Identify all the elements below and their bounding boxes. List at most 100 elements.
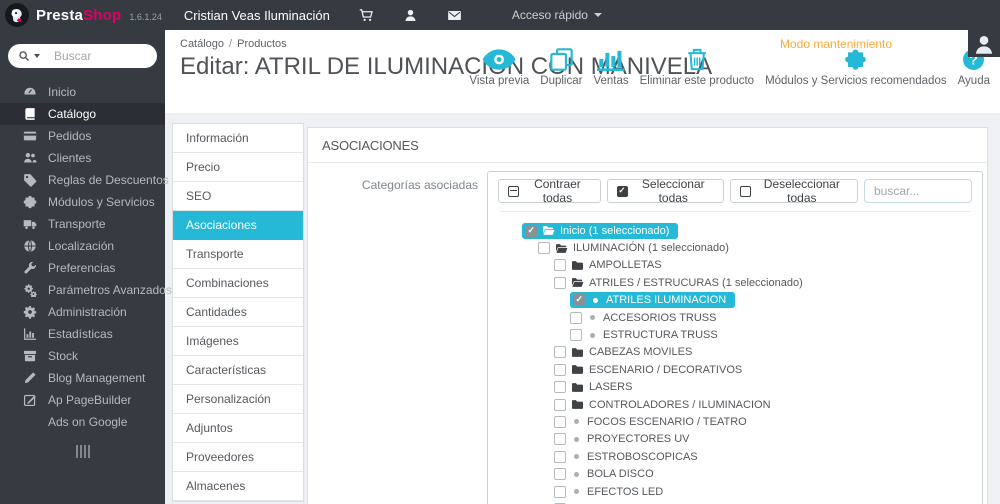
category-checkbox[interactable] [570, 329, 582, 342]
sidebar-item-reglas-de-descuentos[interactable]: Reglas de Descuentos [0, 169, 169, 191]
category-checkbox[interactable] [554, 381, 566, 394]
sidebar-item-stock[interactable]: Stock [0, 345, 165, 367]
breadcrumb-catalogo[interactable]: Catálogo [180, 38, 224, 50]
search-scope-caret-icon[interactable] [34, 54, 40, 58]
category-checkbox[interactable] [573, 294, 585, 307]
category-checkbox[interactable] [525, 224, 537, 237]
quick-access-menu[interactable]: Acceso rápido [512, 8, 602, 22]
tab-imagenes[interactable]: Imágenes [173, 327, 303, 356]
category-label[interactable]: AMPOLLETAS [589, 259, 662, 271]
category-checkbox[interactable] [554, 415, 566, 428]
tab-personalizacion[interactable]: Personalización [173, 385, 303, 414]
category-bola-disco[interactable]: BOLA DISCO [554, 465, 982, 482]
category-clamps-soportes[interactable]: CLAMPS / SOPORTES [554, 500, 982, 504]
tab-adjuntos[interactable]: Adjuntos [173, 414, 303, 443]
category-label[interactable]: ESTRUCTURA TRUSS [603, 329, 718, 341]
category-checkbox[interactable] [554, 468, 566, 481]
category-efectos-led[interactable]: EFECTOS LED [554, 483, 982, 500]
sidebar-collapse-handle[interactable] [75, 445, 90, 458]
category-cabezas-moviles[interactable]: CABEZAS MOVILES [554, 344, 982, 361]
sidebar-item-parametros-avanzados[interactable]: Parámetros Avanzados [0, 279, 172, 301]
action-modulos-y-servicios-recomendados[interactable]: Módulos y Servicios recomendados [765, 46, 947, 87]
category-lasers[interactable]: LASERS [554, 379, 982, 396]
sidebar-search-input[interactable] [52, 48, 146, 64]
category-label[interactable]: CABEZAS MOVILES [589, 346, 692, 358]
shop-name-link[interactable]: Cristian Veas Iluminación [184, 8, 330, 23]
category-label[interactable]: ATRILES / ESTRUCURAS (1 seleccionado) [589, 277, 803, 289]
category-label[interactable]: CONTROLADORES / ILUMINACION [589, 399, 771, 411]
category-inicio-1-seleccionado[interactable]: Inicio (1 seleccionado) [522, 222, 982, 239]
sidebar-item-estadisticas[interactable]: Estadísticas [0, 323, 165, 345]
category-checkbox[interactable] [554, 346, 566, 359]
prestashop-logo[interactable]: PrestaShop 1.6.1.24 [0, 3, 162, 27]
breadcrumb-productos[interactable]: Productos [237, 38, 287, 50]
tab-combinaciones[interactable]: Combinaciones [173, 269, 303, 298]
action-duplicar[interactable]: Duplicar [540, 46, 582, 87]
tab-almacenes[interactable]: Almacenes [173, 472, 303, 501]
tab-precio[interactable]: Precio [173, 153, 303, 182]
category-label[interactable]: EFECTOS LED [587, 486, 663, 498]
tab-caracteristicas[interactable]: Características [173, 356, 303, 385]
category-focos-escenario-teatro[interactable]: FOCOS ESCENARIO / TEATRO [554, 413, 982, 430]
category-label[interactable]: ACCESORIOS TRUSS [603, 312, 717, 324]
sidebar-item-clientes[interactable]: Clientes [0, 147, 165, 169]
category-label[interactable]: ILUMINACIÓN (1 seleccionado) [573, 242, 729, 254]
category-estructura-truss[interactable]: ESTRUCTURA TRUSS [570, 326, 982, 343]
sidebar-item-transporte[interactable]: Transporte [0, 213, 165, 235]
category-label[interactable]: ATRILES ILUMINACION [606, 294, 726, 306]
category-checkbox[interactable] [554, 259, 566, 272]
category-search-input[interactable] [864, 179, 972, 203]
sidebar-item-inicio[interactable]: Inicio [0, 81, 165, 103]
category-accesorios-truss[interactable]: ACCESORIOS TRUSS [570, 309, 982, 326]
tab-asociaciones[interactable]: Asociaciones [173, 211, 303, 240]
sidebar-item-preferencias[interactable]: Preferencias [0, 257, 165, 279]
category-label[interactable]: FOCOS ESCENARIO / TEATRO [587, 416, 747, 428]
category-label[interactable]: BOLA DISCO [587, 468, 654, 480]
category-checkbox[interactable] [554, 450, 566, 463]
user-icon[interactable] [403, 8, 418, 23]
category-atriles-iluminacion[interactable]: ATRILES ILUMINACION [570, 292, 982, 309]
category-controladores-iluminacion[interactable]: CONTROLADORES / ILUMINACION [554, 396, 982, 413]
sidebar-item-localizacion[interactable]: Localización [0, 235, 165, 257]
category-escenario-decorativos[interactable]: ESCENARIO / DECORATIVOS [554, 361, 982, 378]
tab-proveedores[interactable]: Proveedores [173, 443, 303, 472]
category-atriles-estrucuras-1-seleccionado[interactable]: ATRILES / ESTRUCURAS (1 seleccionado) [554, 274, 982, 291]
tab-seo[interactable]: SEO [173, 182, 303, 211]
category-checkbox[interactable] [554, 485, 566, 498]
sidebar-item-ap-pagebuilder[interactable]: Ap PageBuilder [0, 389, 165, 411]
category-checkbox[interactable] [554, 433, 566, 446]
category-label[interactable]: Inicio (1 seleccionado) [560, 225, 669, 237]
category-estroboscopicas[interactable]: ESTROBOSCOPICAS [554, 448, 982, 465]
tab-transporte[interactable]: Transporte [173, 240, 303, 269]
sidebar-search[interactable] [8, 44, 157, 68]
category-label[interactable]: ESCENARIO / DECORATIVOS [589, 364, 742, 376]
category-label[interactable]: LASERS [589, 381, 632, 393]
cart-icon[interactable] [359, 8, 374, 23]
category-checkbox[interactable] [570, 311, 582, 324]
mail-icon[interactable] [447, 8, 462, 23]
sidebar-item-administracion[interactable]: Administración [0, 301, 165, 323]
sidebar-item-pedidos[interactable]: Pedidos [0, 125, 165, 147]
sidebar-item-blog-management[interactable]: Blog Management [0, 367, 165, 389]
category-iluminacion-1-seleccionado[interactable]: ILUMINACIÓN (1 seleccionado) [538, 239, 982, 256]
sidebar-item-ads-on-google[interactable]: Ads on Google [0, 411, 165, 433]
category-checkbox[interactable] [554, 398, 566, 411]
tab-cantidades[interactable]: Cantidades [173, 298, 303, 327]
employee-avatar[interactable] [968, 0, 1000, 57]
category-checkbox[interactable] [538, 242, 550, 255]
sidebar-item-catalogo[interactable]: Catálogo [0, 103, 165, 125]
category-proyectores-uv[interactable]: PROYECTORES UV [554, 431, 982, 448]
button-deseleccionar-todas[interactable]: Deseleccionar todas [729, 177, 858, 205]
sidebar-item-modulos-y-servicios[interactable]: Módulos y Servicios [0, 191, 165, 213]
category-checkbox[interactable] [554, 363, 566, 376]
action-eliminar-este-producto[interactable]: Eliminar este producto [640, 46, 754, 87]
tab-informacion[interactable]: Información [173, 124, 303, 153]
action-vista-previa[interactable]: Vista previa [469, 46, 529, 87]
category-checkbox[interactable] [554, 276, 566, 289]
button-seleccionar-todas[interactable]: Seleccionar todas [606, 177, 724, 205]
button-contraer-todas[interactable]: Contraer todas [498, 177, 601, 205]
category-label[interactable]: PROYECTORES UV [587, 433, 690, 445]
action-ventas[interactable]: Ventas [593, 46, 629, 87]
category-label[interactable]: ESTROBOSCOPICAS [587, 451, 698, 463]
category-ampolletas[interactable]: AMPOLLETAS [554, 257, 982, 274]
